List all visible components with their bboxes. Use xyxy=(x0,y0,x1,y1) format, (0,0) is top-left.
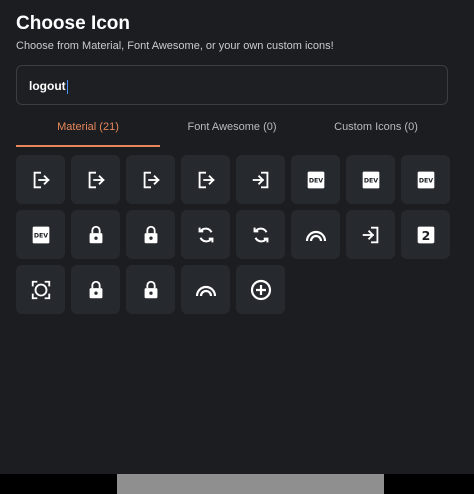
dev-icon: DEV xyxy=(361,170,381,190)
text-caret xyxy=(66,79,68,94)
lock-icon xyxy=(85,279,107,301)
icon-tile[interactable] xyxy=(181,265,230,314)
icon-tile[interactable] xyxy=(71,210,120,259)
logout-icon xyxy=(195,169,217,191)
login-icon xyxy=(360,224,382,246)
icon-label: DEV xyxy=(418,177,432,184)
icon-tile[interactable] xyxy=(16,265,65,314)
icon-tile[interactable]: DEV xyxy=(346,155,395,204)
search-value: logout xyxy=(29,79,68,94)
scrollbar-thumb[interactable] xyxy=(117,474,384,494)
looks-two-icon: 2 xyxy=(416,225,436,245)
icon-tile[interactable] xyxy=(236,155,285,204)
icon-tile[interactable] xyxy=(236,265,285,314)
icon-tile[interactable] xyxy=(291,210,340,259)
icon-label: 2 xyxy=(421,228,430,243)
icon-tile[interactable] xyxy=(16,155,65,204)
sync-icon xyxy=(195,224,217,246)
lock-icon xyxy=(140,279,162,301)
icon-tile[interactable] xyxy=(71,265,120,314)
center-focus-icon xyxy=(30,279,52,301)
icon-tile[interactable]: DEV xyxy=(401,155,450,204)
icon-label: DEV xyxy=(363,177,377,184)
icon-tile[interactable] xyxy=(71,155,120,204)
lock-icon xyxy=(85,224,107,246)
search-input[interactable]: logout xyxy=(16,65,448,105)
icon-tile[interactable]: DEV xyxy=(16,210,65,259)
icon-picker-dialog: Choose Icon Choose from Material, Font A… xyxy=(0,0,474,474)
icon-tile[interactable]: DEV xyxy=(291,155,340,204)
login-icon xyxy=(250,169,272,191)
add-circle-icon xyxy=(249,278,273,302)
logout-icon xyxy=(30,169,52,191)
dev-icon: DEV xyxy=(306,170,326,190)
icon-tile[interactable] xyxy=(126,265,175,314)
icon-tile[interactable] xyxy=(181,210,230,259)
dialog-title: Choose Icon xyxy=(16,13,131,34)
icon-tile[interactable] xyxy=(236,210,285,259)
dev-icon: DEV xyxy=(416,170,436,190)
icon-tile[interactable] xyxy=(346,210,395,259)
arc-icon xyxy=(194,278,218,302)
tab-bar: Material (21) Font Awesome (0) Custom Ic… xyxy=(16,117,448,147)
sync-icon xyxy=(250,224,272,246)
tab-font-awesome[interactable]: Font Awesome (0) xyxy=(160,117,304,147)
icon-tile[interactable] xyxy=(126,210,175,259)
icon-tile[interactable] xyxy=(126,155,175,204)
icon-tile[interactable]: 2 xyxy=(401,210,450,259)
arc-icon xyxy=(304,223,328,247)
lock-icon xyxy=(140,224,162,246)
icon-label: DEV xyxy=(308,177,322,184)
icon-tile[interactable] xyxy=(181,155,230,204)
dev-icon: DEV xyxy=(31,225,51,245)
tab-material[interactable]: Material (21) xyxy=(16,117,160,147)
logout-icon xyxy=(85,169,107,191)
icon-label: DEV xyxy=(33,232,47,239)
tab-custom-icons[interactable]: Custom Icons (0) xyxy=(304,117,448,147)
logout-icon xyxy=(140,169,162,191)
dialog-subtitle: Choose from Material, Font Awesome, or y… xyxy=(16,40,334,52)
